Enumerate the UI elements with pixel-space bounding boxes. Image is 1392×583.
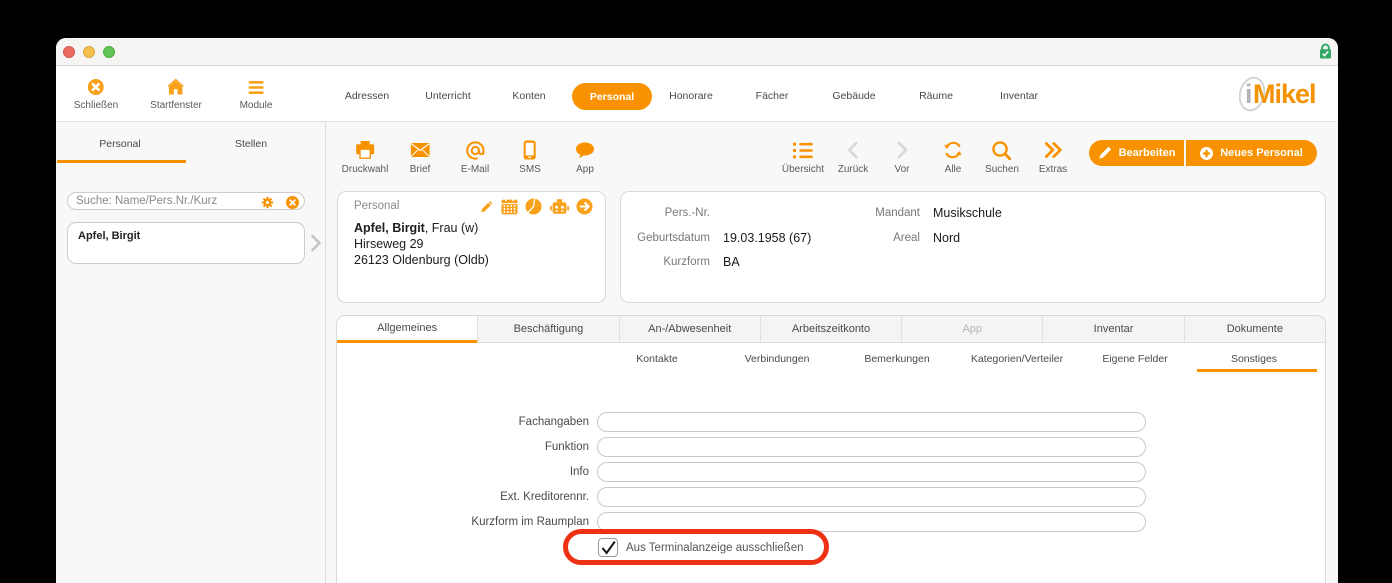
svg-text:i: i (1245, 79, 1253, 109)
svg-text:Mikel: Mikel (1253, 79, 1316, 109)
